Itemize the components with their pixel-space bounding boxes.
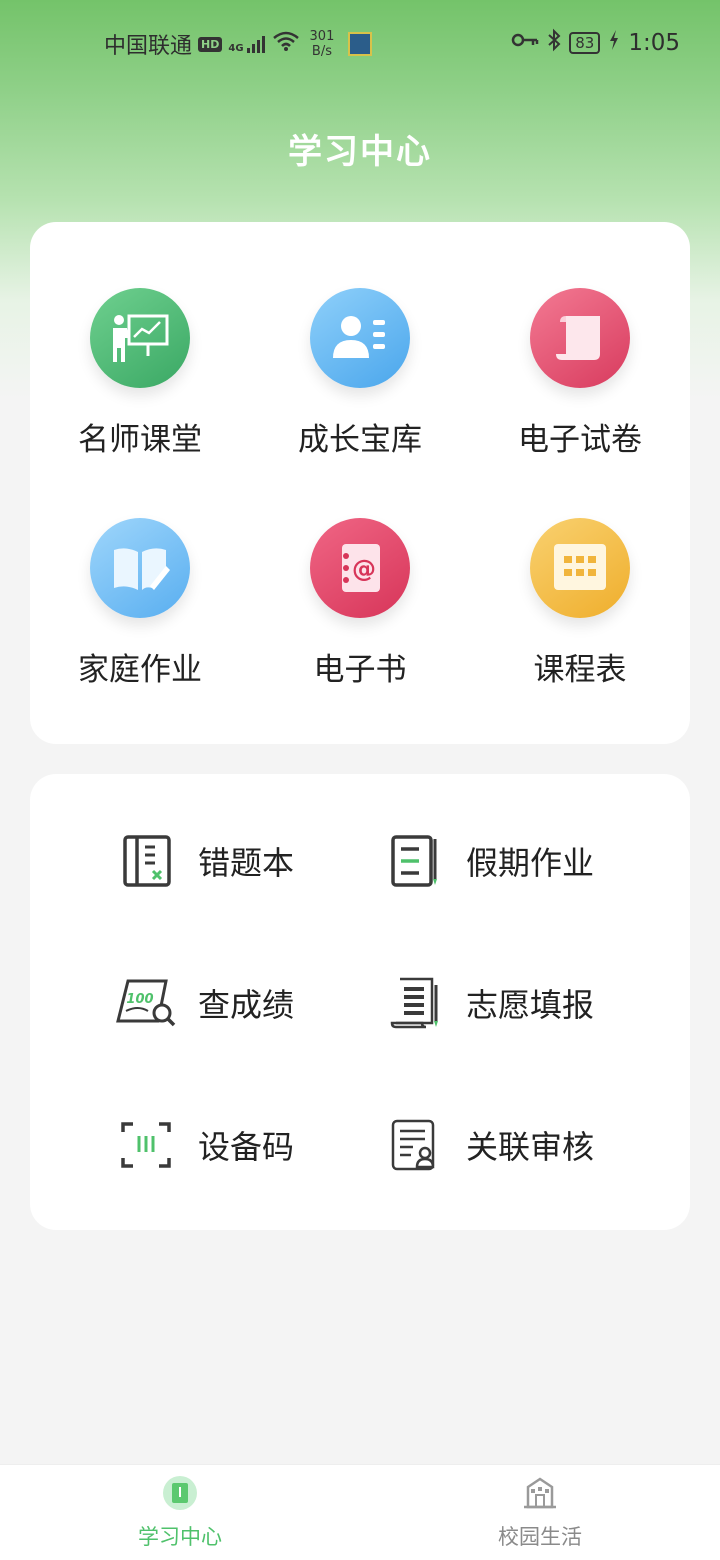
tab-label: 学习中心	[138, 1525, 222, 1549]
tab-label: 校园生活	[498, 1525, 582, 1549]
page-title: 学习中心	[288, 132, 432, 172]
scroll-paper-icon	[530, 288, 630, 388]
wifi-icon	[272, 30, 300, 58]
list-item-label: 志愿填报	[466, 986, 595, 1024]
list-item-label: 设备码	[198, 1128, 295, 1166]
grid-item-label: 名师课堂	[78, 422, 202, 458]
tab-campus-life[interactable]: 校园生活	[440, 1475, 640, 1551]
device-code-icon	[114, 1113, 178, 1177]
signal-icon: 4G	[228, 34, 265, 54]
profile-card-icon	[310, 288, 410, 388]
open-book-icon	[90, 518, 190, 618]
list-item-link-review[interactable]: 关联审核	[382, 1110, 682, 1180]
list-item-holiday-homework[interactable]: 假期作业	[382, 826, 682, 896]
grid-item-label: 电子书	[313, 652, 407, 688]
grid-item-homework[interactable]: 家庭作业	[30, 518, 250, 718]
tools-list-card: 错题本 假期作业 100 查成绩 志愿填报 设备码 关联审核	[30, 774, 690, 1230]
list-item-device-code[interactable]: 设备码	[114, 1110, 414, 1180]
bottom-navigation: 学习中心 校园生活	[0, 1464, 720, 1560]
campus-building-icon	[522, 1475, 558, 1515]
hd-badge: HD	[198, 36, 223, 52]
grid-item-label: 家庭作业	[78, 652, 202, 688]
grid-item-timetable[interactable]: 课程表	[470, 518, 690, 718]
address-book-icon: @	[310, 518, 410, 618]
grid-item-label: 电子试卷	[518, 422, 642, 458]
status-bar: 中国联通 HD 4G 301 B/s 83 1:05	[0, 0, 720, 86]
network-speed: 301 B/s	[309, 29, 335, 59]
list-item-check-scores[interactable]: 100 查成绩	[114, 968, 414, 1038]
learning-center-icon	[162, 1475, 198, 1515]
list-item-label: 假期作业	[466, 844, 595, 882]
link-review-icon	[382, 1113, 446, 1177]
teacher-board-icon	[90, 288, 190, 388]
holiday-homework-icon	[382, 829, 446, 893]
wrong-notebook-icon	[114, 829, 178, 893]
list-item-volunteer-application[interactable]: 志愿填报	[382, 968, 682, 1038]
list-item-label: 关联审核	[466, 1128, 595, 1166]
calendar-grid-icon	[530, 518, 630, 618]
charging-icon	[608, 29, 620, 57]
grid-item-label: 成长宝库	[298, 422, 422, 458]
carrier-name: 中国联通	[104, 34, 193, 59]
list-item-wrong-questions[interactable]: 错题本	[114, 826, 414, 896]
battery-indicator: 83	[569, 32, 601, 54]
svg-text:@: @	[352, 555, 376, 583]
key-icon	[511, 30, 539, 56]
svg-text:100: 100	[126, 992, 153, 1007]
application-scroll-icon	[382, 971, 446, 1035]
grid-item-e-exam[interactable]: 电子试卷	[470, 288, 690, 488]
list-item-label: 错题本	[198, 844, 295, 882]
grid-item-label: 课程表	[533, 652, 627, 688]
list-item-label: 查成绩	[198, 986, 295, 1024]
grid-item-growth-treasury[interactable]: 成长宝库	[250, 288, 470, 488]
score-search-icon: 100	[114, 971, 178, 1035]
grid-item-ebook[interactable]: @ 电子书	[250, 518, 470, 718]
bluetooth-icon	[547, 28, 561, 58]
grid-item-teacher-class[interactable]: 名师课堂	[30, 288, 250, 488]
clock: 1:05	[628, 30, 680, 56]
tab-learning-center[interactable]: 学习中心	[80, 1475, 280, 1551]
app-notification-icon	[348, 32, 373, 56]
feature-grid-card: 名师课堂 成长宝库 电子试卷 家庭作业 @ 电子书 课程表	[30, 222, 690, 744]
